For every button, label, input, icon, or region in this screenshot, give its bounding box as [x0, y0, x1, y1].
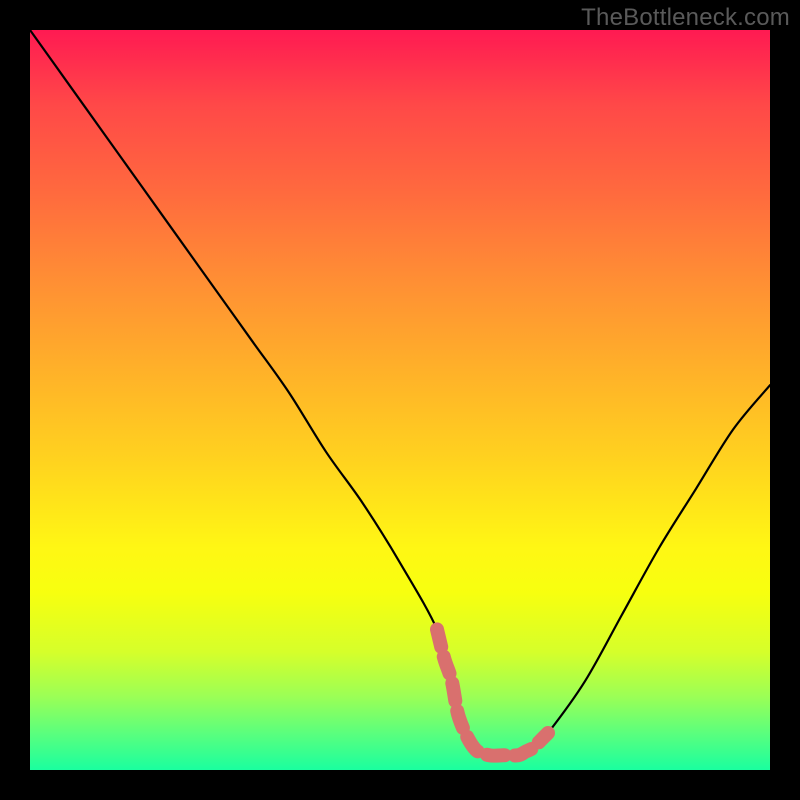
plot-area	[30, 30, 770, 770]
chart-frame: TheBottleneck.com	[0, 0, 800, 800]
watermark-label: TheBottleneck.com	[581, 4, 790, 32]
